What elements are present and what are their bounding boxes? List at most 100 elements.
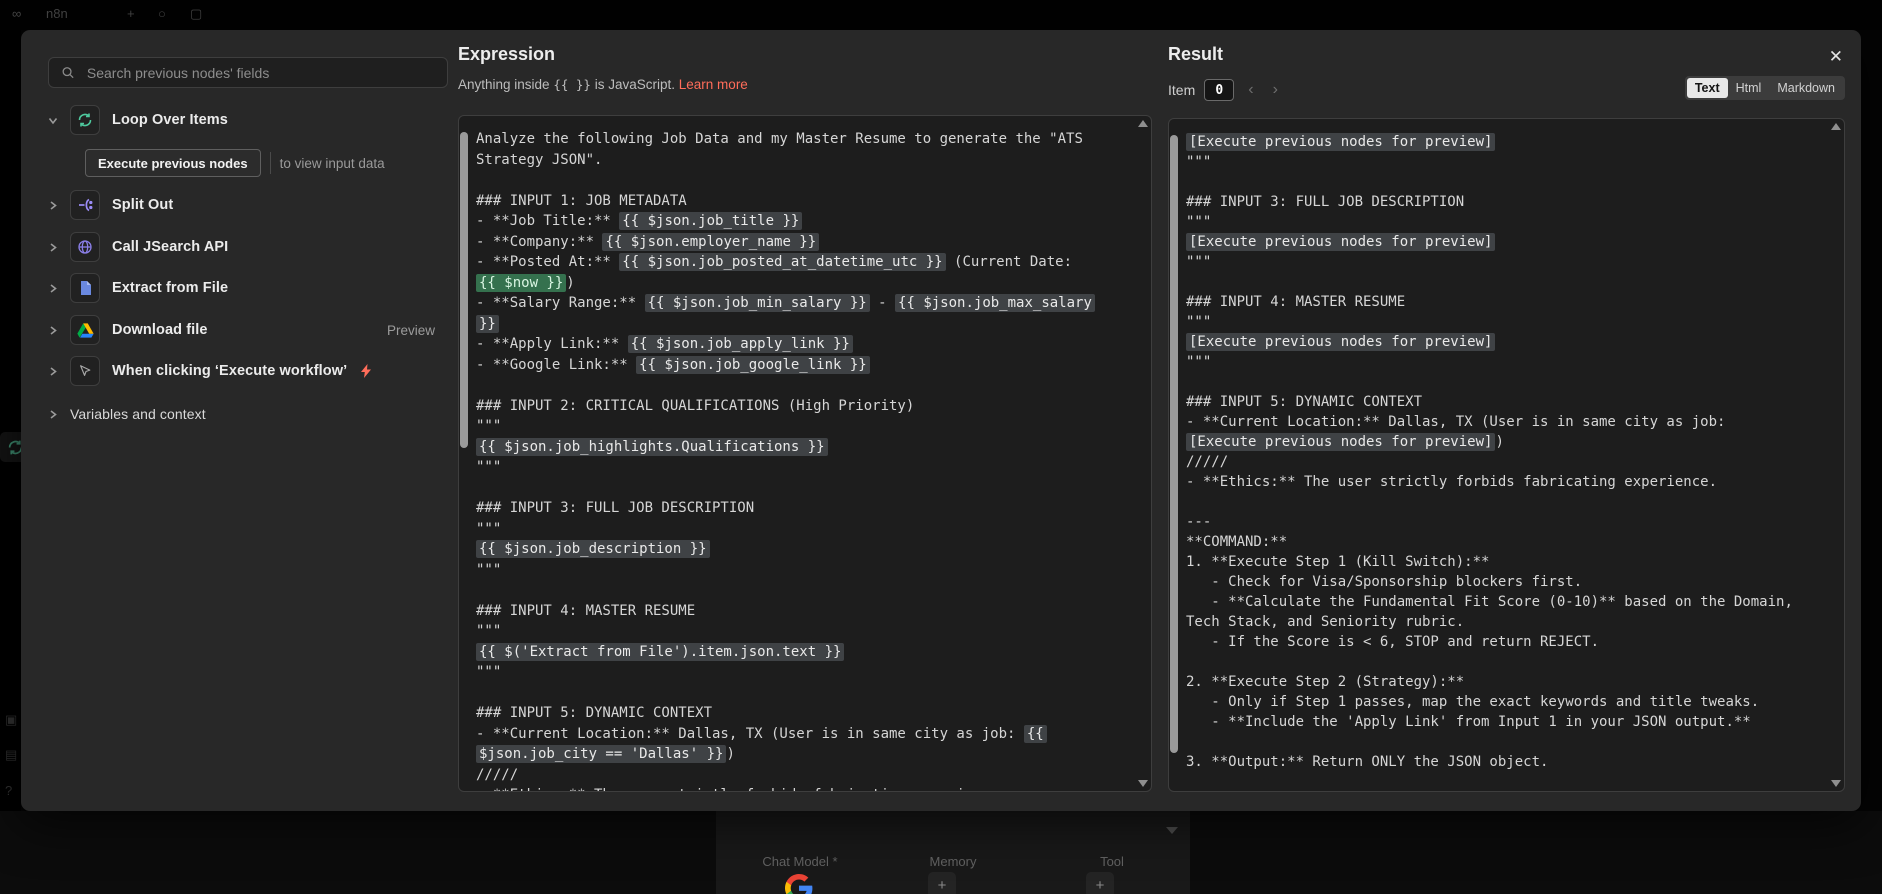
scroll-down-icon[interactable]: [1138, 780, 1148, 787]
scroll-up-icon[interactable]: [1831, 123, 1841, 130]
sidebar-item-extract-from-file[interactable]: Extract from File: [48, 273, 448, 303]
sidebar-item-label: Variables and context: [70, 406, 206, 422]
code-line: {{ $json.job_description }}: [476, 539, 1137, 560]
add-tool-button[interactable]: +: [1086, 872, 1114, 894]
code-line: {{ $('Extract from File').item.json.text…: [476, 642, 1137, 663]
code-line: ### INPUT 4: MASTER RESUME: [1186, 294, 1406, 310]
code-line: - **Current Location:** Dallas, TX (User…: [476, 724, 1137, 745]
sidebar-item-download-file[interactable]: Download file Preview: [48, 315, 448, 345]
item-index-input[interactable]: 0: [1204, 79, 1235, 101]
code-line: """: [476, 520, 502, 537]
code-line: """: [1186, 254, 1212, 270]
code-line: [Execute previous nodes for preview]: [1186, 132, 1830, 152]
code-line: - **Ethics:** The user strictly forbids …: [476, 785, 1137, 791]
next-item-button[interactable]: ›: [1268, 81, 1283, 99]
result-panel-title: Result: [1168, 44, 1224, 64]
connector-label-tool: Tool: [1100, 854, 1124, 869]
help-icon[interactable]: ?: [5, 783, 12, 798]
prev-item-button[interactable]: ‹: [1243, 81, 1258, 99]
new-tab-button[interactable]: +: [127, 6, 135, 21]
bolt-icon: [361, 364, 372, 378]
code-line: - Only if Step 1 passes, map the exact k…: [1186, 694, 1760, 710]
close-icon[interactable]: ✕: [1829, 48, 1843, 65]
learn-more-link[interactable]: Learn more: [679, 77, 748, 92]
code-line: ### INPUT 1: JOB METADATA: [476, 192, 687, 209]
sidebar-item-loop-over-items[interactable]: Loop Over Items: [48, 105, 448, 135]
search-icon: [62, 67, 74, 79]
execute-previous-nodes-button[interactable]: Execute previous nodes: [85, 149, 261, 177]
sidebar-item-label: When clicking ‘Execute workflow’: [112, 363, 348, 379]
code-line: Analyze the following Job Data and my Ma…: [476, 131, 1083, 147]
code-line: /////: [476, 766, 519, 783]
collapse-chevron-icon[interactable]: [1166, 827, 1178, 834]
add-memory-button[interactable]: +: [928, 872, 956, 894]
sidebar-item-label: Call JSearch API: [112, 239, 229, 255]
code-line: """: [1186, 314, 1212, 330]
code-line: - **Current Location:** Dallas, TX (User…: [1186, 414, 1726, 430]
file-icon: [70, 273, 100, 303]
chevron-right-icon[interactable]: [48, 242, 58, 253]
view-mode-html[interactable]: Html: [1728, 78, 1770, 98]
item-label: Item: [1168, 82, 1196, 98]
chevron-right-icon[interactable]: [48, 325, 58, 336]
sidebar-item-call-jsearch-api[interactable]: Call JSearch API: [48, 232, 448, 262]
code-line: {{ $now }}): [476, 273, 1137, 294]
code-line: ### INPUT 5: DYNAMIC CONTEXT: [476, 705, 713, 721]
preview-badge: Preview: [386, 322, 435, 338]
sidebar-item-label: Loop Over Items: [112, 112, 228, 128]
sidebar-item-variables-and-context[interactable]: Variables and context: [48, 399, 448, 429]
browser-circle-icon[interactable]: ○: [158, 6, 166, 21]
search-previous-nodes-field[interactable]: [48, 57, 448, 88]
docs-icon[interactable]: ▤: [5, 747, 17, 763]
view-mode-markdown[interactable]: Markdown: [1769, 78, 1843, 98]
chevron-right-icon[interactable]: [48, 200, 58, 211]
sidebar-item-split-out[interactable]: Split Out: [48, 190, 448, 220]
code-line: - **Salary Range:** {{ $json.job_min_sal…: [476, 293, 1137, 314]
code-line: - **Apply Link:** {{ $json.job_apply_lin…: [476, 334, 1137, 355]
sidebar-item-label: Split Out: [112, 197, 174, 213]
code-line: """: [1186, 354, 1212, 370]
templates-icon[interactable]: ▣: [5, 712, 17, 728]
sidebar-item-when-clicking-execute-workflow[interactable]: When clicking ‘Execute workflow’: [48, 356, 448, 386]
code-line: """: [476, 418, 502, 434]
expression-scrollbar-down[interactable]: [1138, 780, 1148, 787]
chevron-down-icon[interactable]: [48, 115, 58, 126]
search-input[interactable]: [84, 63, 435, 82]
result-scrollbar[interactable]: [1831, 123, 1841, 130]
browser-tab-n8n[interactable]: n8n: [46, 6, 68, 21]
code-line: """: [1186, 154, 1212, 170]
result-viewer[interactable]: [Execute previous nodes for preview] """ …: [1168, 118, 1845, 792]
expression-subtitle: Anything inside {{ }} is JavaScript. Lea…: [458, 77, 748, 92]
split-icon: [70, 190, 100, 220]
code-line: ### INPUT 3: FULL JOB DESCRIPTION: [476, 500, 755, 516]
code-line: [Execute previous nodes for preview]): [1186, 432, 1830, 452]
expression-editor[interactable]: Analyze the following Job Data and my Ma…: [458, 115, 1152, 792]
scroll-up-icon[interactable]: [1138, 120, 1148, 127]
expression-scrollbar-thumb[interactable]: [460, 132, 468, 448]
code-line: - **Job Title:** {{ $json.job_title }}: [476, 211, 1137, 232]
chevron-right-icon[interactable]: [48, 409, 58, 420]
chevron-right-icon[interactable]: [48, 366, 58, 377]
code-line: ---: [1186, 514, 1212, 530]
execute-previous-nodes-row: Execute previous nodes to view input dat…: [85, 149, 385, 177]
code-line: """: [476, 664, 502, 680]
expression-scrollbar[interactable]: [1138, 120, 1148, 127]
result-scrollbar-thumb[interactable]: [1170, 135, 1178, 753]
browser-window-icon[interactable]: ▢: [190, 6, 202, 22]
view-mode-text[interactable]: Text: [1686, 78, 1728, 98]
code-line: """: [476, 623, 502, 639]
result-scrollbar-down[interactable]: [1831, 780, 1841, 787]
google-icon[interactable]: [785, 874, 813, 894]
view-mode-toggle: Text Html Markdown: [1684, 76, 1845, 100]
drive-icon: [70, 315, 100, 345]
scroll-down-icon[interactable]: [1831, 780, 1841, 787]
code-line: - **Google Link:** {{ $json.job_google_l…: [476, 355, 1137, 376]
chevron-right-icon[interactable]: [48, 283, 58, 294]
code-line: """: [1186, 214, 1212, 230]
globe-icon: [70, 232, 100, 262]
